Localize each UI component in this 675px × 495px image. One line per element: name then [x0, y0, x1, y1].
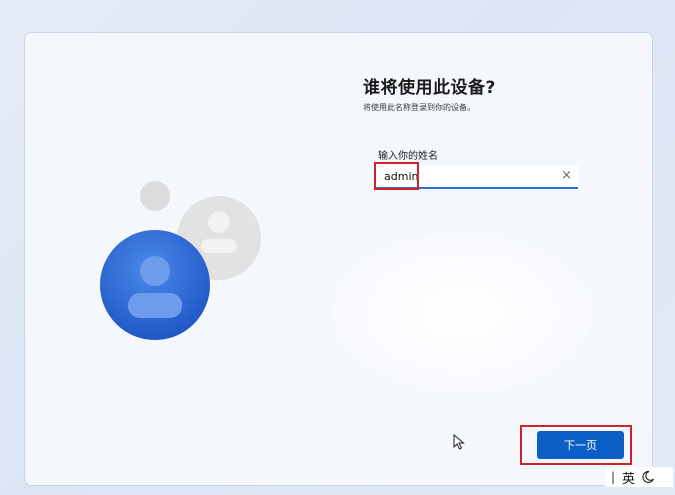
mouse-pointer-icon	[453, 434, 465, 450]
moon-icon[interactable]	[641, 470, 655, 484]
close-icon[interactable]: ×	[561, 168, 572, 184]
ime-language-toggle[interactable]: 英	[622, 468, 635, 487]
next-button-highlight-box	[520, 425, 632, 465]
ime-separator: |	[611, 470, 616, 484]
decor-dot	[140, 181, 170, 211]
page-subtitle: 将使用此名称登录到你的设备。	[363, 103, 475, 112]
blue-avatar-icon	[100, 230, 210, 340]
page-title: 谁将使用此设备?	[363, 78, 496, 98]
input-highlight-box	[374, 162, 419, 190]
gray-avatar-icon	[177, 196, 261, 280]
name-field-label: 输入你的姓名	[378, 151, 438, 162]
user-illustration	[100, 181, 261, 340]
setup-dialog: 谁将使用此设备? 将使用此名称登录到你的设备。 输入你的姓名 × 下一页	[25, 33, 652, 485]
ime-indicator[interactable]: | 英	[605, 467, 673, 487]
